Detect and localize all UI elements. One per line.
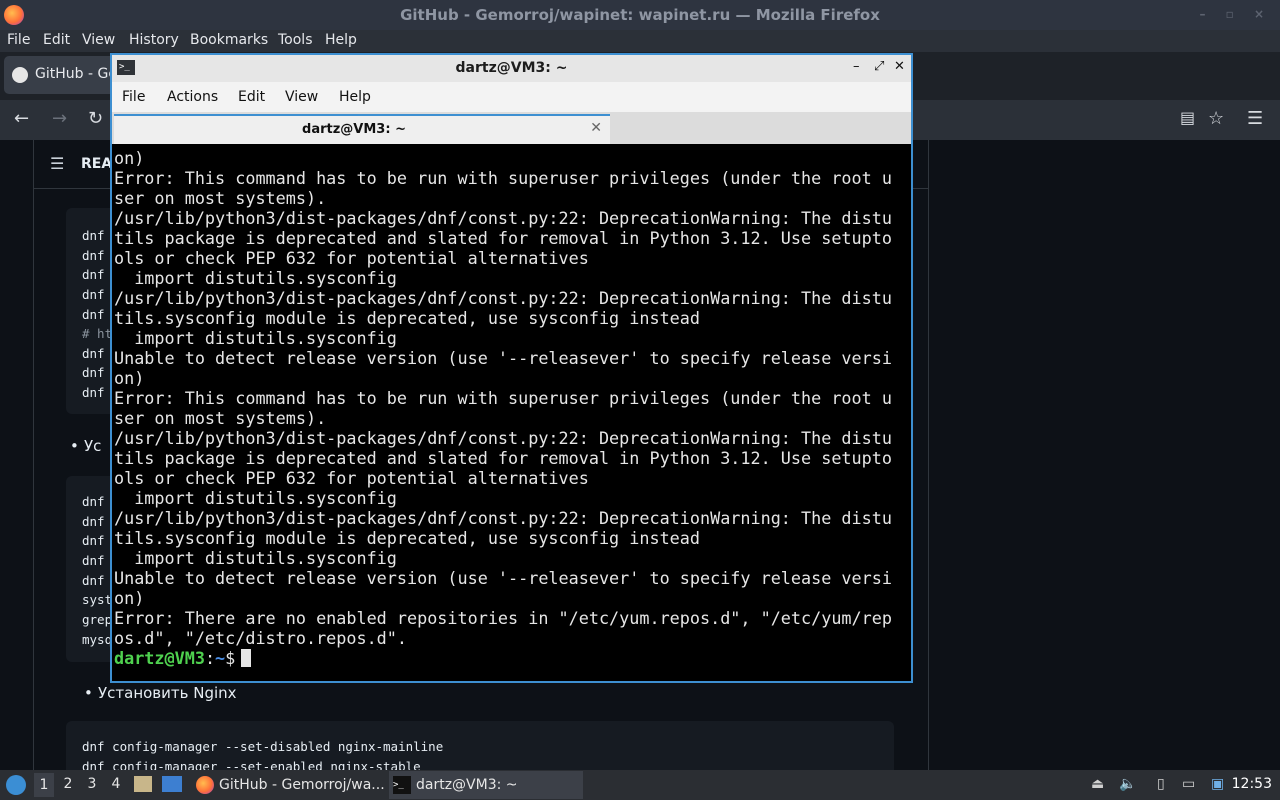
readme-title: REA bbox=[81, 156, 113, 172]
prompt-symbol: $ bbox=[225, 648, 236, 668]
menu-bookmarks[interactable]: Bookmarks bbox=[190, 32, 268, 48]
code-line: mysq bbox=[82, 632, 113, 647]
back-arrow-icon[interactable]: ← bbox=[14, 108, 29, 129]
show-desktop-icon[interactable] bbox=[162, 776, 182, 792]
term-menu-help[interactable]: Help bbox=[339, 89, 371, 105]
firefox-window-controls[interactable]: – ▫ × bbox=[1199, 7, 1272, 21]
file-manager-icon[interactable] bbox=[134, 776, 152, 792]
task-terminal[interactable]: >_ dartz@VM3: ~ bbox=[389, 771, 583, 799]
terminal-tabbar: dartz@VM3: ~ ✕ bbox=[112, 112, 911, 144]
hamburger-menu-icon[interactable]: ☰ bbox=[1247, 108, 1263, 129]
firefox-menubar: File Edit View History Bookmarks Tools H… bbox=[0, 30, 1280, 52]
terminal-window-title: dartz@VM3: ~ bbox=[455, 60, 568, 76]
forward-arrow-icon[interactable]: → bbox=[52, 108, 67, 129]
code-line: dnf bbox=[82, 228, 105, 243]
reload-icon[interactable]: ↻ bbox=[88, 108, 103, 129]
bookmark-star-icon[interactable]: ☆ bbox=[1208, 108, 1224, 129]
prompt-user: dartz@VM3 bbox=[114, 648, 205, 668]
code-line: dnf bbox=[82, 346, 105, 361]
menu-help[interactable]: Help bbox=[325, 32, 357, 48]
taskbar: 1 2 3 4 GitHub - Gemorroj/wa... >_ dartz… bbox=[0, 770, 1280, 800]
code-line: dnf bbox=[82, 307, 105, 322]
menu-tools[interactable]: Tools bbox=[278, 32, 313, 48]
code-line: dnf bbox=[82, 553, 105, 568]
terminal-tab-label: dartz@VM3: ~ bbox=[302, 122, 406, 137]
task-firefox[interactable]: GitHub - Gemorroj/wa... bbox=[192, 771, 386, 799]
minimize-icon[interactable]: – bbox=[853, 59, 860, 74]
firefox-icon bbox=[196, 776, 214, 794]
text-cursor bbox=[241, 649, 252, 667]
workspace-3[interactable]: 3 bbox=[82, 776, 102, 792]
terminal-prompt[interactable]: dartz@VM3:~$ bbox=[114, 648, 252, 668]
prompt-separator: : bbox=[204, 648, 216, 668]
terminal-icon: >_ bbox=[393, 776, 411, 794]
terminal-menubar: File Actions Edit View Help bbox=[112, 82, 911, 112]
start-menu-icon[interactable] bbox=[6, 775, 26, 795]
workspace-1[interactable]: 1 bbox=[34, 773, 54, 797]
network-icon[interactable]: ▭ bbox=[1182, 776, 1195, 792]
tray-upload-icon[interactable]: ⏏ bbox=[1091, 776, 1104, 792]
outline-list-icon[interactable]: ☰ bbox=[50, 154, 64, 173]
github-icon bbox=[12, 67, 28, 83]
code-line: dnf config-manager --set-disabled nginx-… bbox=[82, 739, 444, 754]
update-notifier-icon[interactable]: ▣ bbox=[1211, 776, 1224, 792]
firefox-titlebar: GitHub - Gemorroj/wapinet: wapinet.ru — … bbox=[0, 0, 1280, 30]
maximize-icon[interactable]: ⤢ bbox=[874, 59, 884, 74]
terminal-titlebar[interactable]: >_ dartz@VM3: ~ – ⤢ ✕ bbox=[112, 55, 911, 82]
menu-history[interactable]: History bbox=[129, 32, 179, 48]
clipboard-icon[interactable]: ▯ bbox=[1157, 776, 1165, 792]
term-menu-file[interactable]: File bbox=[122, 89, 145, 105]
menu-file[interactable]: File bbox=[7, 32, 30, 48]
code-line: dnf bbox=[82, 267, 105, 282]
task-label: dartz@VM3: ~ bbox=[416, 777, 518, 793]
term-menu-view[interactable]: View bbox=[285, 89, 318, 105]
close-icon[interactable]: ✕ bbox=[894, 59, 905, 74]
browser-tab-label: GitHub - Ge bbox=[35, 66, 117, 82]
clock[interactable]: 12:53 bbox=[1232, 776, 1272, 792]
code-line: dnf bbox=[82, 514, 105, 529]
terminal-output: on) Error: This command has to be run wi… bbox=[114, 148, 892, 648]
code-line: dnf bbox=[82, 533, 105, 548]
code-line: # ht bbox=[82, 326, 113, 341]
workspace-2[interactable]: 2 bbox=[58, 776, 78, 792]
terminal-tab[interactable]: dartz@VM3: ~ ✕ bbox=[114, 114, 610, 144]
code-line: syst bbox=[82, 592, 113, 607]
terminal-screen[interactable]: on) Error: This command has to be run wi… bbox=[114, 148, 910, 680]
prompt-path: ~ bbox=[215, 648, 226, 668]
code-line: dnf bbox=[82, 287, 105, 302]
term-menu-edit[interactable]: Edit bbox=[238, 89, 265, 105]
bullet-item: Ус bbox=[70, 437, 102, 455]
code-line: dnf bbox=[82, 494, 105, 509]
code-line: dnf bbox=[82, 365, 105, 380]
task-label: GitHub - Gemorroj/wa... bbox=[219, 777, 385, 793]
menu-view[interactable]: View bbox=[82, 32, 115, 48]
code-line: dnf bbox=[82, 573, 105, 588]
reader-view-icon[interactable]: ▤ bbox=[1180, 108, 1195, 127]
bullet-item: Установить Nginx bbox=[84, 684, 236, 702]
code-line: dnf bbox=[82, 248, 105, 263]
terminal-window: >_ dartz@VM3: ~ – ⤢ ✕ File Actions Edit … bbox=[110, 53, 913, 683]
menu-edit[interactable]: Edit bbox=[43, 32, 70, 48]
code-line: dnf bbox=[82, 385, 105, 400]
browser-tab-github[interactable]: GitHub - Ge bbox=[4, 56, 124, 94]
volume-icon[interactable]: 🔈 bbox=[1119, 776, 1136, 792]
code-line: grep bbox=[82, 612, 113, 627]
firefox-window-title: GitHub - Gemorroj/wapinet: wapinet.ru — … bbox=[400, 6, 880, 24]
tab-close-icon[interactable]: ✕ bbox=[590, 120, 602, 136]
term-menu-actions[interactable]: Actions bbox=[167, 89, 218, 105]
workspace-4[interactable]: 4 bbox=[106, 776, 126, 792]
